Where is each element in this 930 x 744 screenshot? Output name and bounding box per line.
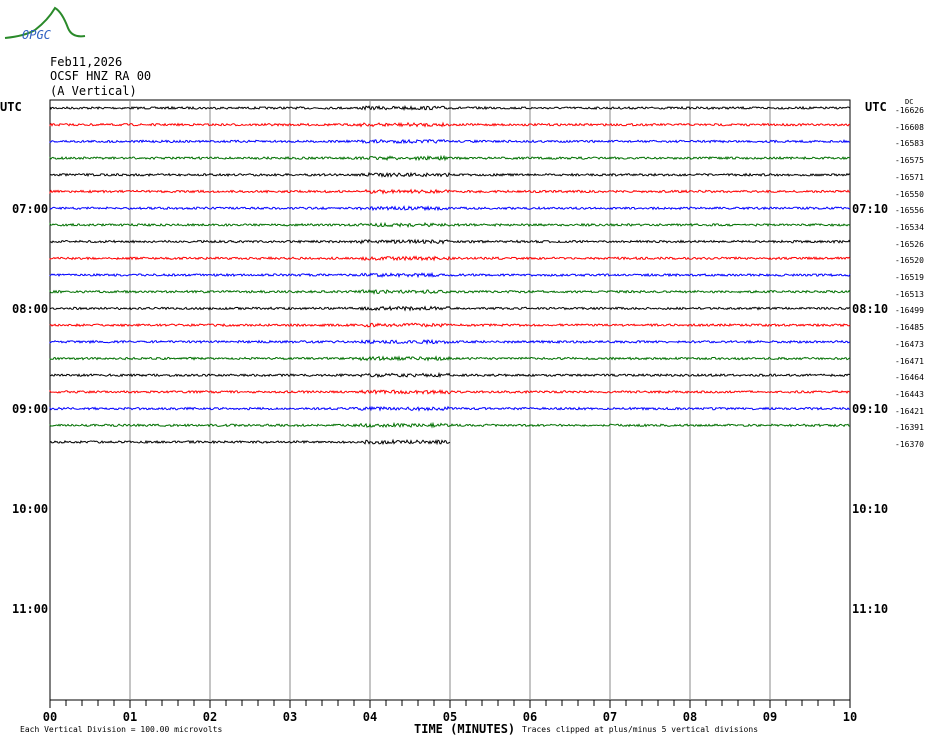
x-axis-title: TIME (MINUTES) [414,722,516,736]
dc-offset-label: -16608 [895,122,924,132]
dc-offset-label: -16370 [895,440,924,449]
right-hour-label: 08:10 [852,302,889,316]
dc-offset-label: -16485 [895,323,924,333]
dc-offset-label: -16520 [895,256,924,266]
dc-offset-label: -16550 [895,189,924,199]
seismogram: OPGC Feb11,2026 OCSF HNZ RA 00 (A Vertic… [0,0,930,744]
x-tick-label: 04 [362,710,378,724]
left-hour-label: 10:00 [12,502,49,516]
x-tick-label: 09 [762,710,778,724]
dc-offset-label: -16473 [895,339,924,349]
date-label: Feb11,2026 [50,55,123,69]
left-axis-title: UTC [0,100,22,114]
trace-line [49,438,451,446]
dc-offset-label: -16421 [895,406,924,416]
footer-clip: Traces clipped at plus/minus 5 vertical … [522,725,759,734]
left-hour-label: 08:00 [12,302,49,316]
dc-offset-label: -16513 [895,289,924,299]
right-hour-label: 11:10 [852,602,889,616]
dc-offset-label: -16443 [895,389,924,399]
footer-scale: Each Vertical Division = 100.00 microvol… [20,725,223,734]
dc-offset-label: -16519 [895,273,924,282]
dc-offset-label: -16583 [895,139,924,149]
right-hour-label: 09:10 [852,402,889,416]
dc-offset-label: -16391 [895,423,924,433]
dc-offset-label: -16556 [895,206,924,216]
logo-text: OPGC [22,28,51,42]
x-tick-label: 02 [202,710,218,724]
component-label: (A Vertical) [50,84,137,98]
right-axis-title: UTC [865,100,887,114]
left-hour-label: 11:00 [12,602,49,616]
x-tick-label: 10 [842,710,858,724]
x-tick-label: 00 [42,710,58,724]
dc-offset-label: -16626 [895,106,924,115]
left-hour-label: 07:00 [12,202,49,216]
dc-offset-label: -16534 [895,222,924,232]
right-hour-label: 07:10 [852,202,889,216]
dc-offset-label: -16499 [895,306,924,316]
dc-offset-label: -16471 [895,356,924,366]
station-label: OCSF HNZ RA 00 [50,69,152,83]
x-tick-label: 01 [122,710,138,724]
plot-svg [4,6,851,708]
dc-offset-label: -16464 [895,373,924,383]
dc-header: DC [905,98,914,106]
left-hour-label: 09:00 [12,402,49,416]
x-tick-label: 06 [522,710,538,724]
dc-offset-label: -16575 [895,156,924,166]
dc-offset-label: -16526 [895,239,924,249]
x-tick-label: 07 [602,710,618,724]
x-tick-label: 08 [682,710,698,724]
x-tick-label: 03 [282,710,298,724]
right-hour-label: 10:10 [852,502,889,516]
dc-offset-label: -16571 [895,172,924,182]
